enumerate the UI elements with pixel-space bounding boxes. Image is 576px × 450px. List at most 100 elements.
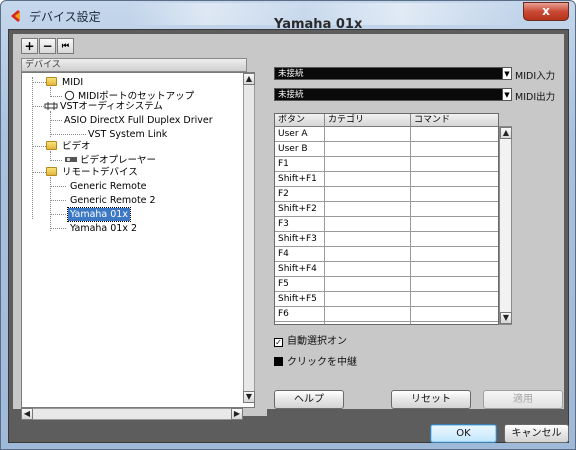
scroll-up-icon[interactable]: ▲	[500, 127, 512, 139]
table-cell-button[interactable]: Shift+F3	[275, 232, 325, 247]
table-cell-command[interactable]	[411, 217, 498, 232]
table-row[interactable]: Shift+F2	[275, 202, 498, 217]
table-cell-button[interactable]: F4	[275, 247, 325, 262]
table-cell-command[interactable]	[411, 262, 498, 277]
table-cell-button[interactable]: Shift+F6	[275, 322, 325, 324]
table-cell-button[interactable]: F3	[275, 217, 325, 232]
table-cell-button[interactable]: Shift+F5	[275, 292, 325, 307]
table-row[interactable]: User B	[275, 142, 498, 157]
table-row[interactable]: F4	[275, 247, 498, 262]
tree-item-video[interactable]: ビデオ	[62, 140, 91, 153]
scroll-up-icon[interactable]: ▲	[243, 73, 255, 85]
tree-connector	[50, 134, 86, 135]
column-header-category[interactable]: カテゴリ	[325, 114, 411, 127]
table-cell-command[interactable]	[411, 247, 498, 262]
table-cell-command[interactable]	[411, 157, 498, 172]
table-cell-button[interactable]: F1	[275, 157, 325, 172]
table-cell-command[interactable]	[411, 172, 498, 187]
scroll-left-icon[interactable]: ◀	[21, 408, 33, 420]
scroll-right-icon[interactable]: ▶	[231, 408, 243, 420]
table-row[interactable]: Shift+F3	[275, 232, 498, 247]
table-cell-category[interactable]	[325, 127, 411, 142]
tree-horizontal-scrollbar[interactable]: ◀ ▶	[21, 408, 243, 420]
midi-output-dropdown[interactable]: 未接続 ▼	[274, 88, 512, 101]
table-cell-button[interactable]: User B	[275, 142, 325, 157]
table-cell-command[interactable]	[411, 232, 498, 247]
scroll-down-icon[interactable]: ▼	[243, 391, 255, 403]
table-cell-category[interactable]	[325, 277, 411, 292]
chevron-down-icon[interactable]: ▼	[502, 88, 512, 101]
click-relay-option[interactable]: クリックを中継	[274, 353, 357, 368]
table-cell-category[interactable]	[325, 142, 411, 157]
table-cell-category[interactable]	[325, 217, 411, 232]
table-cell-button[interactable]: F5	[275, 277, 325, 292]
tree-item-yamaha-01x-2[interactable]: Yamaha 01x 2	[70, 222, 137, 235]
click-relay-checkbox[interactable]	[274, 357, 283, 366]
table-cell-command[interactable]	[411, 322, 498, 324]
table-cell-category[interactable]	[325, 307, 411, 322]
tree-item-generic-remote-2[interactable]: Generic Remote 2	[70, 194, 156, 207]
table-row[interactable]: Shift+F6	[275, 322, 498, 324]
add-device-button[interactable]: +	[21, 38, 38, 54]
tree-connector	[32, 172, 46, 173]
table-cell-category[interactable]	[325, 202, 411, 217]
table-cell-button[interactable]: Shift+F1	[275, 172, 325, 187]
table-cell-category[interactable]	[325, 187, 411, 202]
tree-item-midi[interactable]: MIDI	[62, 76, 83, 89]
folder-icon	[46, 141, 57, 150]
table-cell-category[interactable]	[325, 292, 411, 307]
table-cell-category[interactable]	[325, 262, 411, 277]
auto-select-option[interactable]: ✓ 自動選択オン	[274, 332, 347, 347]
table-cell-command[interactable]	[411, 187, 498, 202]
table-vertical-scrollbar[interactable]: ▲ ▼	[499, 126, 512, 325]
table-cell-category[interactable]	[325, 322, 411, 324]
table-row[interactable]: F2	[275, 187, 498, 202]
table-row[interactable]: Shift+F1	[275, 172, 498, 187]
tree-item-remote-devices[interactable]: リモートデバイス	[62, 166, 138, 179]
tree-item-generic-remote[interactable]: Generic Remote	[70, 180, 147, 193]
table-cell-category[interactable]	[325, 172, 411, 187]
button-assignment-table[interactable]: ボタン カテゴリ コマンド User A User B F1 Shift+F1 F2 Sh…	[274, 113, 499, 325]
midi-input-dropdown[interactable]: 未接続 ▼	[274, 67, 512, 80]
chevron-down-icon[interactable]: ▼	[502, 67, 512, 80]
table-row[interactable]: User A	[275, 127, 498, 142]
cancel-button[interactable]: キャンセル	[504, 424, 569, 443]
table-row[interactable]: F1	[275, 157, 498, 172]
table-cell-category[interactable]	[325, 247, 411, 262]
table-row[interactable]: Shift+F5	[275, 292, 498, 307]
auto-select-checkbox[interactable]: ✓	[274, 338, 283, 347]
table-cell-button[interactable]: Shift+F2	[275, 202, 325, 217]
table-cell-command[interactable]	[411, 277, 498, 292]
table-row[interactable]: Shift+F4	[275, 262, 498, 277]
table-row[interactable]: F6	[275, 307, 498, 322]
remove-device-button[interactable]: −	[39, 38, 56, 54]
column-header-button[interactable]: ボタン	[275, 114, 325, 127]
table-cell-command[interactable]	[411, 292, 498, 307]
table-cell-command[interactable]	[411, 202, 498, 217]
table-cell-button[interactable]: Shift+F4	[275, 262, 325, 277]
table-row[interactable]: F3	[275, 217, 498, 232]
table-cell-button[interactable]: User A	[275, 127, 325, 142]
table-row[interactable]: F5	[275, 277, 498, 292]
close-button[interactable]: x	[523, 2, 569, 21]
reset-button[interactable]: リセット	[391, 390, 471, 409]
column-header-command[interactable]: コマンド	[411, 114, 498, 127]
table-cell-command[interactable]	[411, 142, 498, 157]
tree-item-vst-audio-system[interactable]: VSTオーディオシステム	[60, 100, 163, 113]
tree-vertical-scrollbar[interactable]	[243, 81, 255, 393]
table-cell-command[interactable]	[411, 127, 498, 142]
table-cell-button[interactable]: F6	[275, 307, 325, 322]
tree-item-vst-system-link[interactable]: VST System Link	[88, 128, 167, 141]
reset-device-button[interactable]: ⏮	[57, 38, 74, 54]
table-cell-command[interactable]	[411, 307, 498, 322]
tree-item-yamaha-01x[interactable]: Yamaha 01x	[67, 207, 131, 222]
help-button[interactable]: ヘルプ	[274, 390, 344, 409]
device-tree[interactable]: MIDI MIDIポートのセットアップ VSTオーディオシステム ASIO Di…	[21, 72, 255, 408]
table-cell-category[interactable]	[325, 157, 411, 172]
table-cell-category[interactable]	[325, 232, 411, 247]
ok-button[interactable]: OK	[430, 424, 497, 443]
table-cell-button[interactable]: F2	[275, 187, 325, 202]
apply-button[interactable]: 適用	[483, 390, 563, 409]
scroll-down-icon[interactable]: ▼	[500, 312, 512, 324]
tree-item-asio-driver[interactable]: ASIO DirectX Full Duplex Driver	[64, 114, 213, 127]
